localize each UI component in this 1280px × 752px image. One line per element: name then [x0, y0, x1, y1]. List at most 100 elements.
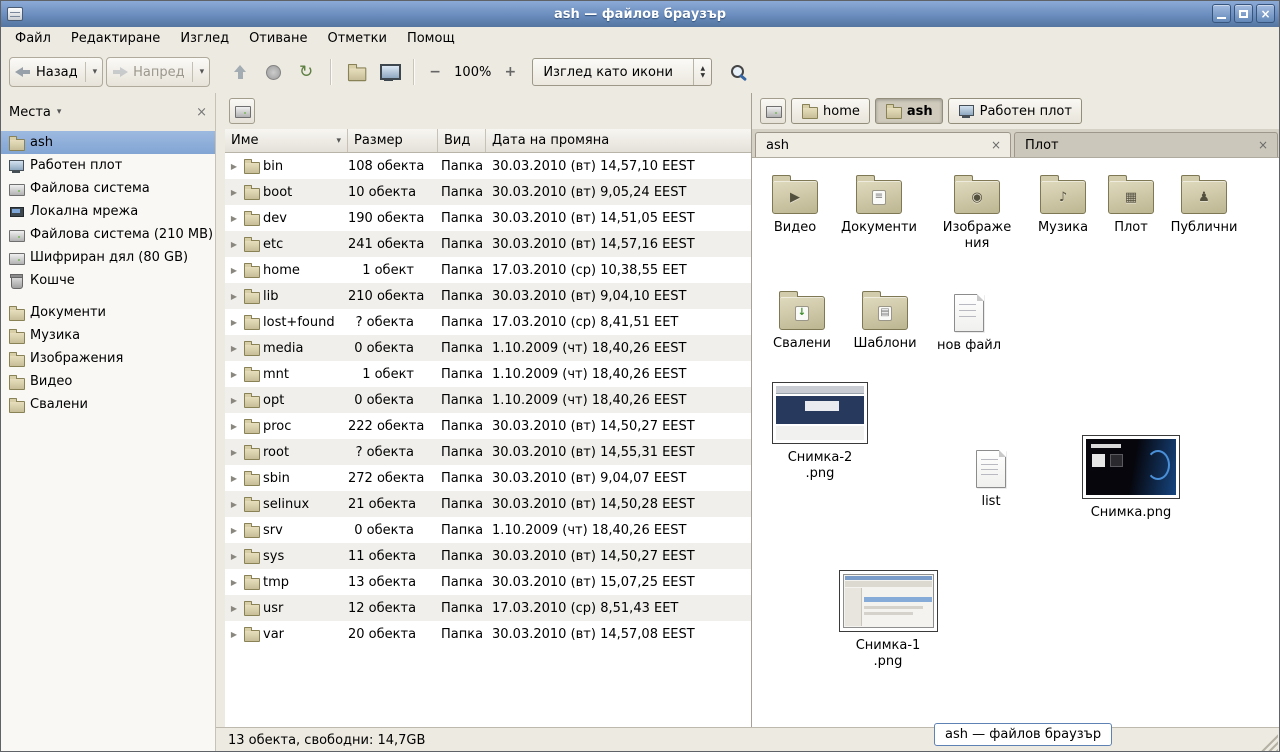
- file-row[interactable]: ▶ lost+found ? обекта Папка 17.03.2010 (…: [225, 309, 751, 335]
- file-row[interactable]: ▶ var 20 обекта Папка 30.03.2010 (вт) 14…: [225, 621, 751, 647]
- expander-icon[interactable]: ▶: [229, 448, 239, 457]
- expander-icon[interactable]: ▶: [229, 292, 239, 301]
- computer-button[interactable]: [374, 57, 404, 87]
- tab-desktop[interactable]: Плот ×: [1014, 132, 1278, 157]
- file-row[interactable]: ▶ root ? обекта Папка 30.03.2010 (вт) 14…: [225, 439, 751, 465]
- expander-icon[interactable]: ▶: [229, 474, 239, 483]
- file-row[interactable]: ▶ srv 0 обекта Папка 1.10.2009 (чт) 18,4…: [225, 517, 751, 543]
- view-mode-select[interactable]: Изглед като икони ▲▼: [532, 58, 712, 86]
- sort-indicator-icon[interactable]: ▾: [336, 136, 341, 146]
- folder-pictures[interactable]: ◉ Изображения: [935, 174, 1019, 253]
- expander-icon[interactable]: ▶: [229, 318, 239, 327]
- close-button[interactable]: ×: [1256, 4, 1275, 23]
- folder-desktop[interactable]: ▦ Плот: [1089, 174, 1173, 236]
- sidebar-title[interactable]: Места: [9, 105, 51, 120]
- expander-icon[interactable]: ▶: [229, 188, 239, 197]
- file-row[interactable]: ▶ media 0 обекта Папка 1.10.2009 (чт) 18…: [225, 335, 751, 361]
- file-row[interactable]: ▶ selinux 21 обекта Папка 30.03.2010 (вт…: [225, 491, 751, 517]
- column-header-size[interactable]: Размер: [348, 129, 438, 152]
- tab-close-icon[interactable]: ×: [1255, 137, 1271, 153]
- expander-icon[interactable]: ▶: [229, 240, 239, 249]
- menu-item[interactable]: Файл: [5, 27, 61, 51]
- sidebar-place-item[interactable]: Кошче: [1, 269, 215, 292]
- titlebar[interactable]: ash — файлов браузър ×: [1, 1, 1279, 27]
- sidebar-place-item[interactable]: Работен плот: [1, 154, 215, 177]
- expander-icon[interactable]: ▶: [229, 214, 239, 223]
- file-row[interactable]: ▶ boot 10 обекта Папка 30.03.2010 (вт) 9…: [225, 179, 751, 205]
- menu-item[interactable]: Изглед: [170, 27, 239, 51]
- sidebar-place-item[interactable]: Локална мрежа: [1, 200, 215, 223]
- file-row[interactable]: ▶ dev 190 обекта Папка 30.03.2010 (вт) 1…: [225, 205, 751, 231]
- file-row[interactable]: ▶ lib 210 обекта Папка 30.03.2010 (вт) 9…: [225, 283, 751, 309]
- file-row[interactable]: ▶ home 1 обект Папка 17.03.2010 (ср) 10,…: [225, 257, 751, 283]
- maximize-button[interactable]: [1234, 4, 1253, 23]
- forward-history-dropdown-icon[interactable]: ▾: [200, 67, 205, 77]
- combo-spin-icons[interactable]: ▲▼: [693, 59, 711, 85]
- zoom-out-button[interactable]: −: [424, 57, 446, 87]
- sidebar-bookmark-item[interactable]: Видео: [1, 370, 215, 393]
- menu-item[interactable]: Помощ: [397, 27, 465, 51]
- folder-documents[interactable]: ≡ Документи: [837, 174, 921, 236]
- sidebar-bookmark-item[interactable]: Изображения: [1, 347, 215, 370]
- expander-icon[interactable]: ▶: [229, 162, 239, 171]
- file-row[interactable]: ▶ sys 11 обекта Папка 30.03.2010 (вт) 14…: [225, 543, 751, 569]
- menu-item[interactable]: Редактиране: [61, 27, 170, 51]
- home-button[interactable]: [341, 57, 371, 87]
- back-history-dropdown-icon[interactable]: ▾: [93, 67, 98, 77]
- expander-icon[interactable]: ▶: [229, 630, 239, 639]
- file-row[interactable]: ▶ usr 12 обекта Папка 17.03.2010 (ср) 8,…: [225, 595, 751, 621]
- image-snimka[interactable]: Снимка.png: [1079, 435, 1183, 521]
- file-new-file[interactable]: нов файл: [927, 290, 1011, 354]
- file-row[interactable]: ▶ proc 222 обекта Папка 30.03.2010 (вт) …: [225, 413, 751, 439]
- image-snimka-2[interactable]: Снимка-2.png: [768, 382, 872, 483]
- column-header-name[interactable]: Име ▾: [225, 129, 348, 152]
- file-row[interactable]: ▶ tmp 13 обекта Папка 30.03.2010 (вт) 15…: [225, 569, 751, 595]
- icon-view[interactable]: ▶ Видео ≡ Документи ◉ Изображения ♪ Музи…: [752, 158, 1280, 727]
- path-button-desktop[interactable]: Работен плот: [948, 98, 1082, 124]
- reload-button[interactable]: ↻: [291, 57, 321, 87]
- search-button[interactable]: [723, 57, 753, 87]
- sidebar-splitter[interactable]: [216, 93, 225, 752]
- file-row[interactable]: ▶ etc 241 обекта Папка 30.03.2010 (вт) 1…: [225, 231, 751, 257]
- expander-icon[interactable]: ▶: [229, 552, 239, 561]
- root-location-button[interactable]: [229, 98, 255, 124]
- tab-ash[interactable]: ash ×: [755, 132, 1011, 157]
- sidebar-place-item[interactable]: Шифриран дял (80 GB): [1, 246, 215, 269]
- sidebar-bookmark-item[interactable]: Музика: [1, 324, 215, 347]
- zoom-in-button[interactable]: +: [499, 57, 521, 87]
- file-row[interactable]: ▶ opt 0 обекта Папка 1.10.2009 (чт) 18,4…: [225, 387, 751, 413]
- path-button-ash[interactable]: ash: [875, 98, 943, 124]
- sidebar-place-item[interactable]: Файлова система: [1, 177, 215, 200]
- folder-public[interactable]: ♟ Публични: [1162, 174, 1246, 236]
- sidebar-place-item[interactable]: ash: [1, 131, 215, 154]
- stop-button[interactable]: [258, 57, 288, 87]
- expander-icon[interactable]: ▶: [229, 370, 239, 379]
- expander-icon[interactable]: ▶: [229, 500, 239, 509]
- up-button[interactable]: [225, 57, 255, 87]
- file-row[interactable]: ▶ bin 108 обекта Папка 30.03.2010 (вт) 1…: [225, 153, 751, 179]
- expander-icon[interactable]: ▶: [229, 396, 239, 405]
- expander-icon[interactable]: ▶: [229, 578, 239, 587]
- folder-video[interactable]: ▶ Видео: [753, 174, 837, 236]
- sidebar-place-item[interactable]: Файлова система (210 MB): [1, 223, 215, 246]
- menu-item[interactable]: Отметки: [317, 27, 396, 51]
- file-row[interactable]: ▶ sbin 272 обекта Папка 30.03.2010 (вт) …: [225, 465, 751, 491]
- folder-templates[interactable]: ▤ Шаблони: [843, 290, 927, 352]
- sidebar-close-icon[interactable]: ×: [196, 105, 207, 120]
- sidebar-selector-caret-icon[interactable]: ▾: [57, 107, 62, 117]
- expander-icon[interactable]: ▶: [229, 344, 239, 353]
- pathbar-root-button[interactable]: [760, 98, 786, 124]
- sidebar-bookmark-item[interactable]: Свалени: [1, 393, 215, 416]
- file-row[interactable]: ▶ mnt 1 обект Папка 1.10.2009 (чт) 18,40…: [225, 361, 751, 387]
- forward-button[interactable]: Напред ▾: [106, 57, 210, 87]
- file-list[interactable]: list: [949, 446, 1033, 510]
- expander-icon[interactable]: ▶: [229, 526, 239, 535]
- expander-icon[interactable]: ▶: [229, 266, 239, 275]
- expander-icon[interactable]: ▶: [229, 422, 239, 431]
- column-header-kind[interactable]: Вид: [438, 129, 486, 152]
- back-button[interactable]: Назад ▾: [9, 57, 103, 87]
- minimize-button[interactable]: [1212, 4, 1231, 23]
- expander-icon[interactable]: ▶: [229, 604, 239, 613]
- tab-close-icon[interactable]: ×: [988, 137, 1004, 153]
- column-header-date[interactable]: Дата на промяна: [486, 129, 751, 152]
